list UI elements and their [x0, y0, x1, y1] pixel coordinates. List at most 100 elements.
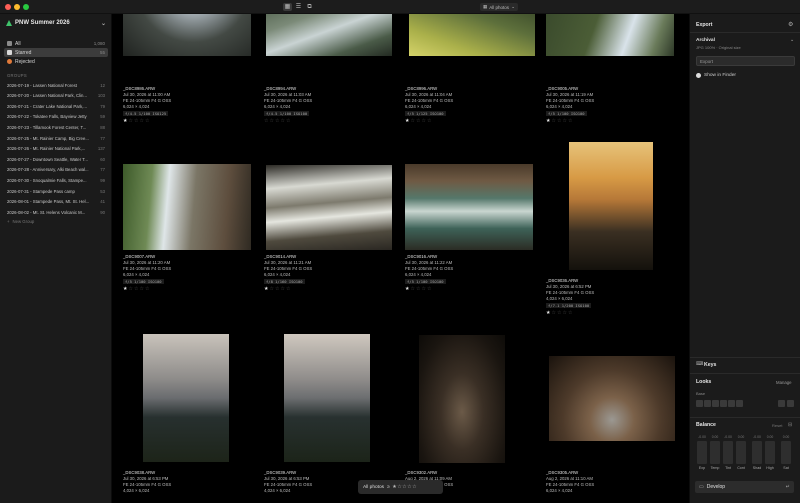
photo-thumbnail[interactable] [549, 356, 675, 441]
look-preset-chip[interactable] [736, 400, 743, 407]
sidebar-group-item[interactable]: 2026-07-22 - Tokatee Falls, Bayview Jett… [4, 113, 108, 121]
gear-icon[interactable]: ⚙ [788, 21, 793, 28]
star-rating[interactable]: ☆ ☆ ☆ ☆ ☆ [264, 118, 389, 124]
star-rating[interactable]: ★ ☆ ☆ ☆ ☆ [405, 286, 530, 292]
minimize-window-button[interactable] [14, 4, 20, 10]
sidebar-group-item[interactable]: 2026-07-21 - Crater Lake National Park,.… [4, 102, 108, 110]
sidebar-group-item[interactable]: 2026-07-31 - Stampede Pass camp 53 [4, 187, 108, 195]
compare-view-icon[interactable]: ⧉ [305, 3, 314, 11]
look-action-chip[interactable] [778, 400, 785, 407]
star-empty-icon[interactable]: ☆ [568, 118, 572, 124]
photo-thumbnail[interactable] [284, 334, 370, 462]
star-empty-icon[interactable]: ☆ [286, 118, 290, 124]
star-empty-icon[interactable]: ☆ [568, 310, 572, 316]
zoom-window-button[interactable] [23, 4, 29, 10]
star-empty-icon[interactable]: ☆ [275, 286, 279, 292]
view-filter-select[interactable]: ▦ All photos ⌄ [480, 3, 518, 11]
star-empty-icon[interactable]: ☆ [557, 310, 561, 316]
star-rating[interactable]: ★ ☆ ☆ ☆ ☆ [123, 286, 248, 292]
star-empty-icon[interactable]: ☆ [416, 118, 420, 124]
star-empty-icon[interactable]: ☆ [551, 118, 555, 124]
star-rating[interactable]: ★ ☆ ☆ ☆ ☆ [546, 118, 671, 124]
star-filled-icon[interactable]: ★ [264, 286, 268, 292]
sidebar-item-rejected[interactable]: Rejected [4, 57, 108, 66]
star-filled-icon[interactable]: ★ [546, 118, 550, 124]
sidebar-group-item[interactable]: 2026-07-19 - Lassen National Forest 12 [4, 81, 108, 89]
star-empty-icon[interactable]: ☆ [286, 286, 290, 292]
star-filled-icon[interactable]: ★ [546, 310, 550, 316]
balance-slider-high[interactable] [765, 441, 775, 464]
star-empty-icon[interactable]: ☆ [427, 118, 431, 124]
auto-balance-icon[interactable]: ⊟ [788, 422, 792, 428]
star-empty-icon[interactable]: ☆ [280, 286, 284, 292]
list-view-icon[interactable]: ☰ [294, 3, 303, 11]
look-preset-chip[interactable] [728, 400, 735, 407]
balance-slider-cont[interactable] [736, 441, 746, 464]
photo-thumbnail[interactable] [266, 14, 392, 56]
new-group-button[interactable]: + New Group [7, 219, 34, 224]
star-filled-icon[interactable]: ★ [123, 118, 127, 124]
rating-filter-bar[interactable]: All photos ≥ ★☆☆☆☆ [358, 480, 443, 494]
show-in-finder-toggle[interactable]: Show in Finder [696, 73, 736, 78]
star-empty-icon[interactable]: ☆ [264, 118, 268, 124]
look-action-chip[interactable] [787, 400, 794, 407]
star-filled-icon[interactable]: ★ [123, 286, 127, 292]
star-filled-icon[interactable]: ★ [405, 286, 409, 292]
star-empty-icon[interactable]: ☆ [410, 118, 414, 124]
star-filled-icon[interactable]: ★ [405, 118, 409, 124]
balance-slider-shad[interactable] [752, 441, 762, 464]
photo-thumbnail[interactable] [123, 164, 251, 250]
export-button[interactable]: Export [696, 56, 795, 66]
photo-thumbnail[interactable] [569, 142, 653, 270]
develop-button[interactable]: ▭ Develop ↵ [695, 481, 794, 493]
star-empty-icon[interactable]: ☆ [128, 286, 132, 292]
photo-thumbnail[interactable] [405, 164, 533, 250]
balance-reset-button[interactable]: Reset [772, 423, 782, 428]
sidebar-group-item[interactable]: 2026-07-28 - Anniversary, Alki Beach wal… [4, 166, 108, 174]
star-empty-icon[interactable]: ☆ [410, 286, 414, 292]
star-empty-icon[interactable]: ☆ [134, 286, 138, 292]
star-rating[interactable]: ★ ☆ ☆ ☆ ☆ [264, 286, 389, 292]
sidebar-group-item[interactable]: 2026-08-01 - Stampede Pass, Mt. St. Hel.… [4, 198, 108, 206]
star-empty-icon[interactable]: ☆ [145, 286, 149, 292]
star-empty-icon[interactable]: ☆ [128, 118, 132, 124]
look-preset-chip[interactable] [696, 400, 703, 407]
grid-view-icon[interactable]: ▦ [283, 3, 292, 11]
sidebar-group-item[interactable]: 2026-07-26 - Mt. Rainier National Park,.… [4, 145, 108, 153]
star-empty-icon[interactable]: ☆ [562, 310, 566, 316]
sidebar-group-item[interactable]: 2026-07-27 - Downtown Seattle, Water T..… [4, 155, 108, 163]
sidebar-group-item[interactable]: 2026-07-20 - Lassen National Park, Clin.… [4, 92, 108, 100]
star-empty-icon[interactable]: ☆ [421, 286, 425, 292]
star-empty-icon[interactable]: ☆ [275, 118, 279, 124]
keys-heading[interactable]: Keys [704, 362, 716, 368]
star-empty-icon[interactable]: ☆ [145, 118, 149, 124]
star-empty-icon[interactable]: ☆ [416, 286, 420, 292]
star-empty-icon[interactable]: ☆ [139, 118, 143, 124]
photo-thumbnail[interactable] [419, 335, 505, 463]
chevron-down-icon[interactable]: ⌄ [790, 37, 794, 43]
photo-thumbnail[interactable] [143, 334, 229, 462]
export-preset-name[interactable]: Archival [696, 38, 715, 43]
photo-thumbnail[interactable] [123, 14, 251, 56]
photo-thumbnail[interactable] [266, 165, 392, 250]
star-empty-icon[interactable]: ☆ [551, 310, 555, 316]
look-preset-chip[interactable] [712, 400, 719, 407]
star-filter[interactable]: ≥ ★☆☆☆☆ [387, 484, 417, 490]
sidebar-group-item[interactable]: 2026-07-30 - Snoqualmie Falls, Stampe...… [4, 176, 108, 184]
look-preset-chip[interactable] [720, 400, 727, 407]
star-rating[interactable]: ★ ☆ ☆ ☆ ☆ [123, 118, 248, 124]
star-empty-icon[interactable]: ☆ [134, 118, 138, 124]
sidebar-group-item[interactable]: 2026-07-25 - Mt. Rainier Camp, Big Cree.… [4, 134, 108, 142]
sidebar-item-starred[interactable]: Starred 55 [4, 48, 108, 57]
sidebar-group-item[interactable]: 2026-07-23 - Tillamook Forest Center, T.… [4, 123, 108, 131]
star-empty-icon[interactable]: ☆ [280, 118, 284, 124]
star-empty-icon[interactable]: ☆ [269, 286, 273, 292]
star-empty-icon[interactable]: ☆ [421, 118, 425, 124]
star-empty-icon[interactable]: ☆ [427, 286, 431, 292]
catalog-switcher[interactable]: PNW Summer 2026 ⌄ [6, 18, 106, 28]
photo-grid[interactable]: _DSC8986.ARW Jul 30, 2026 at 11:00 AM FE 2… [112, 14, 689, 503]
photo-thumbnail[interactable] [546, 14, 674, 56]
close-window-button[interactable] [5, 4, 11, 10]
balance-slider-tint[interactable] [723, 441, 733, 464]
photo-thumbnail[interactable] [409, 14, 535, 56]
